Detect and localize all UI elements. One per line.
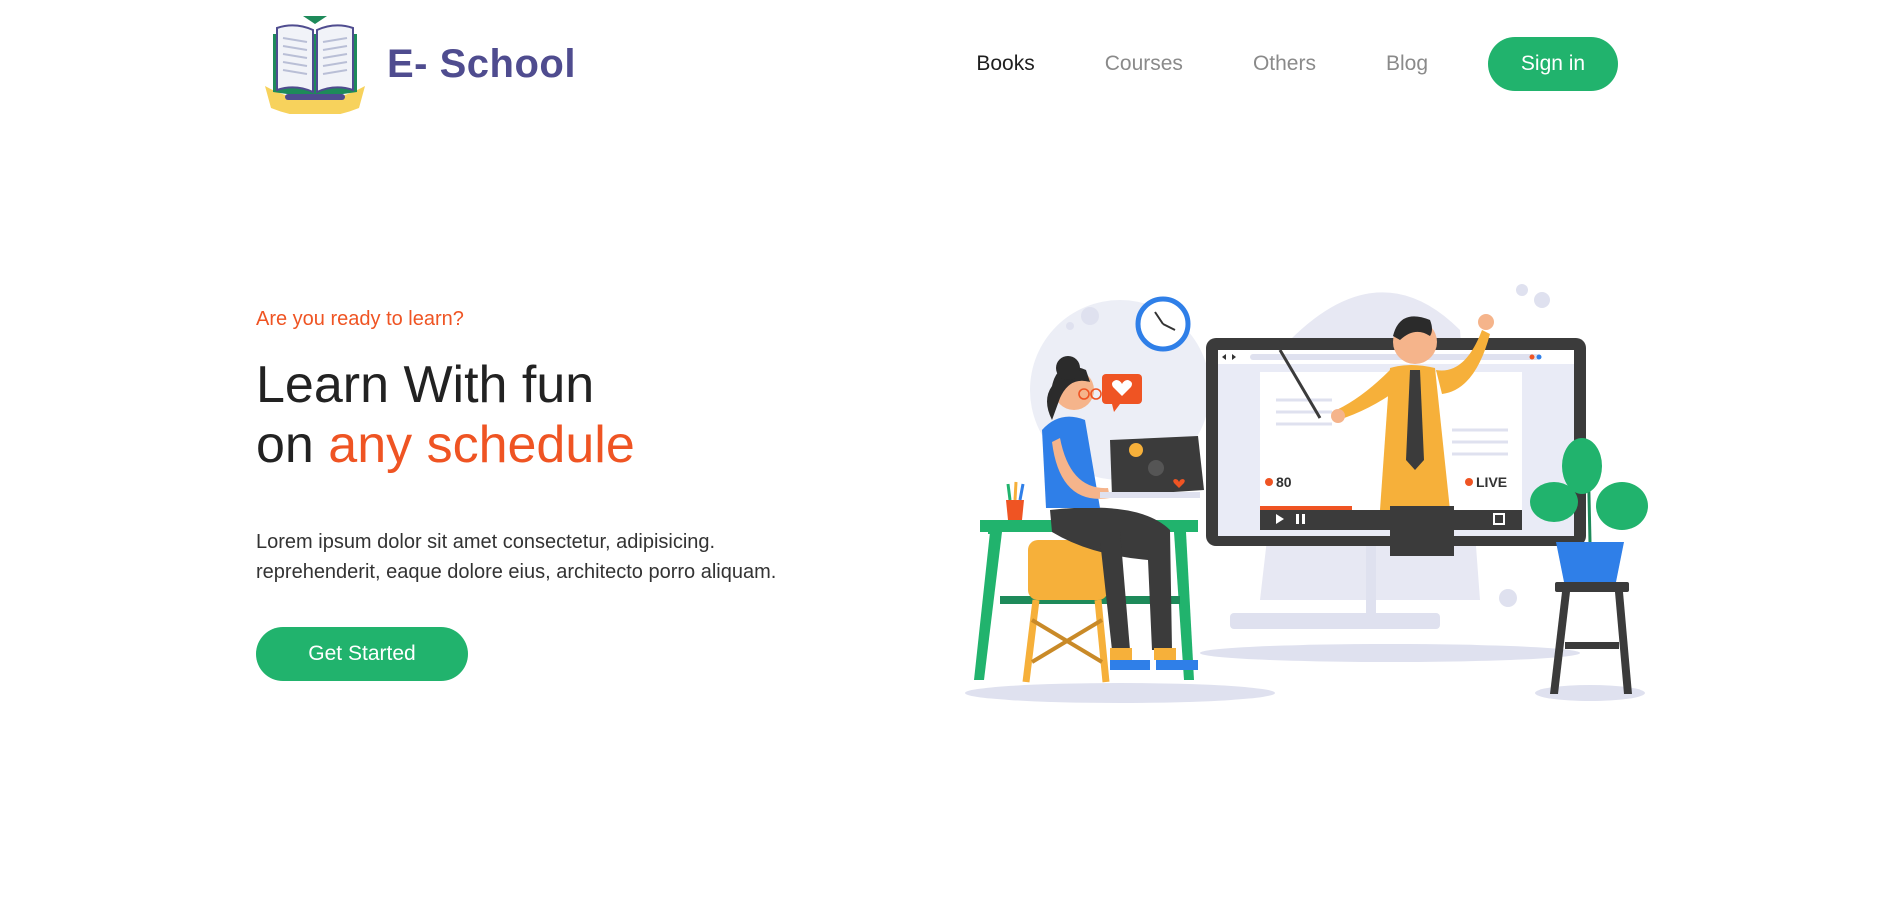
hero-description: Lorem ipsum dolor sit amet consectetur, … — [256, 527, 896, 587]
description-line-2: reprehenderit, eaque dolore eius, archit… — [256, 561, 777, 583]
main-nav: Books Courses Others Blog Sign in — [976, 37, 1618, 91]
get-started-button[interactable]: Get Started — [256, 627, 468, 681]
viewer-count: 80 — [1276, 474, 1292, 490]
headline-line-1: Learn With fun — [256, 356, 595, 414]
nav-courses[interactable]: Courses — [1105, 52, 1183, 76]
signin-button[interactable]: Sign in — [1488, 37, 1618, 91]
hero-section: Are you ready to learn? Learn With fun o… — [256, 308, 896, 681]
open-book-icon — [265, 16, 365, 114]
description-line-1: Lorem ipsum dolor sit amet consectetur, … — [256, 531, 716, 553]
hero-headline: Learn With fun on any schedule — [256, 355, 896, 475]
online-learning-illustration: 80 LIVE — [965, 284, 1648, 703]
live-label: LIVE — [1476, 474, 1507, 490]
nav-blog[interactable]: Blog — [1386, 52, 1428, 76]
hero-eyebrow: Are you ready to learn? — [256, 308, 464, 330]
headline-accent: any schedule — [328, 416, 635, 474]
brand-logo[interactable]: E- School — [255, 14, 576, 114]
headline-line-2-prefix: on — [256, 416, 329, 474]
nav-others[interactable]: Others — [1253, 52, 1316, 76]
brand-name: E- School — [387, 41, 576, 86]
nav-books[interactable]: Books — [976, 52, 1034, 76]
